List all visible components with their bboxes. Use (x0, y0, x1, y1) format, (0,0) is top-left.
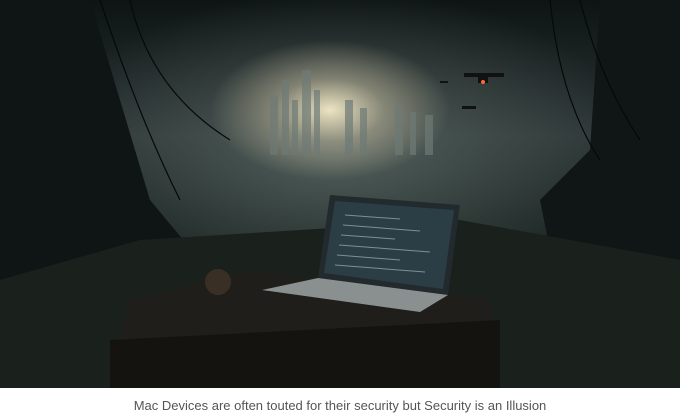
drone-light (481, 80, 485, 84)
figure-caption: Mac Devices are often touted for their s… (133, 398, 547, 413)
dystopian-scene (0, 0, 680, 388)
cables (99, 0, 641, 201)
figure-image (0, 0, 680, 388)
skull (205, 269, 231, 295)
article-figure: Mac Devices are often touted for their s… (0, 0, 680, 419)
skyline (270, 70, 433, 155)
drones (440, 73, 504, 109)
